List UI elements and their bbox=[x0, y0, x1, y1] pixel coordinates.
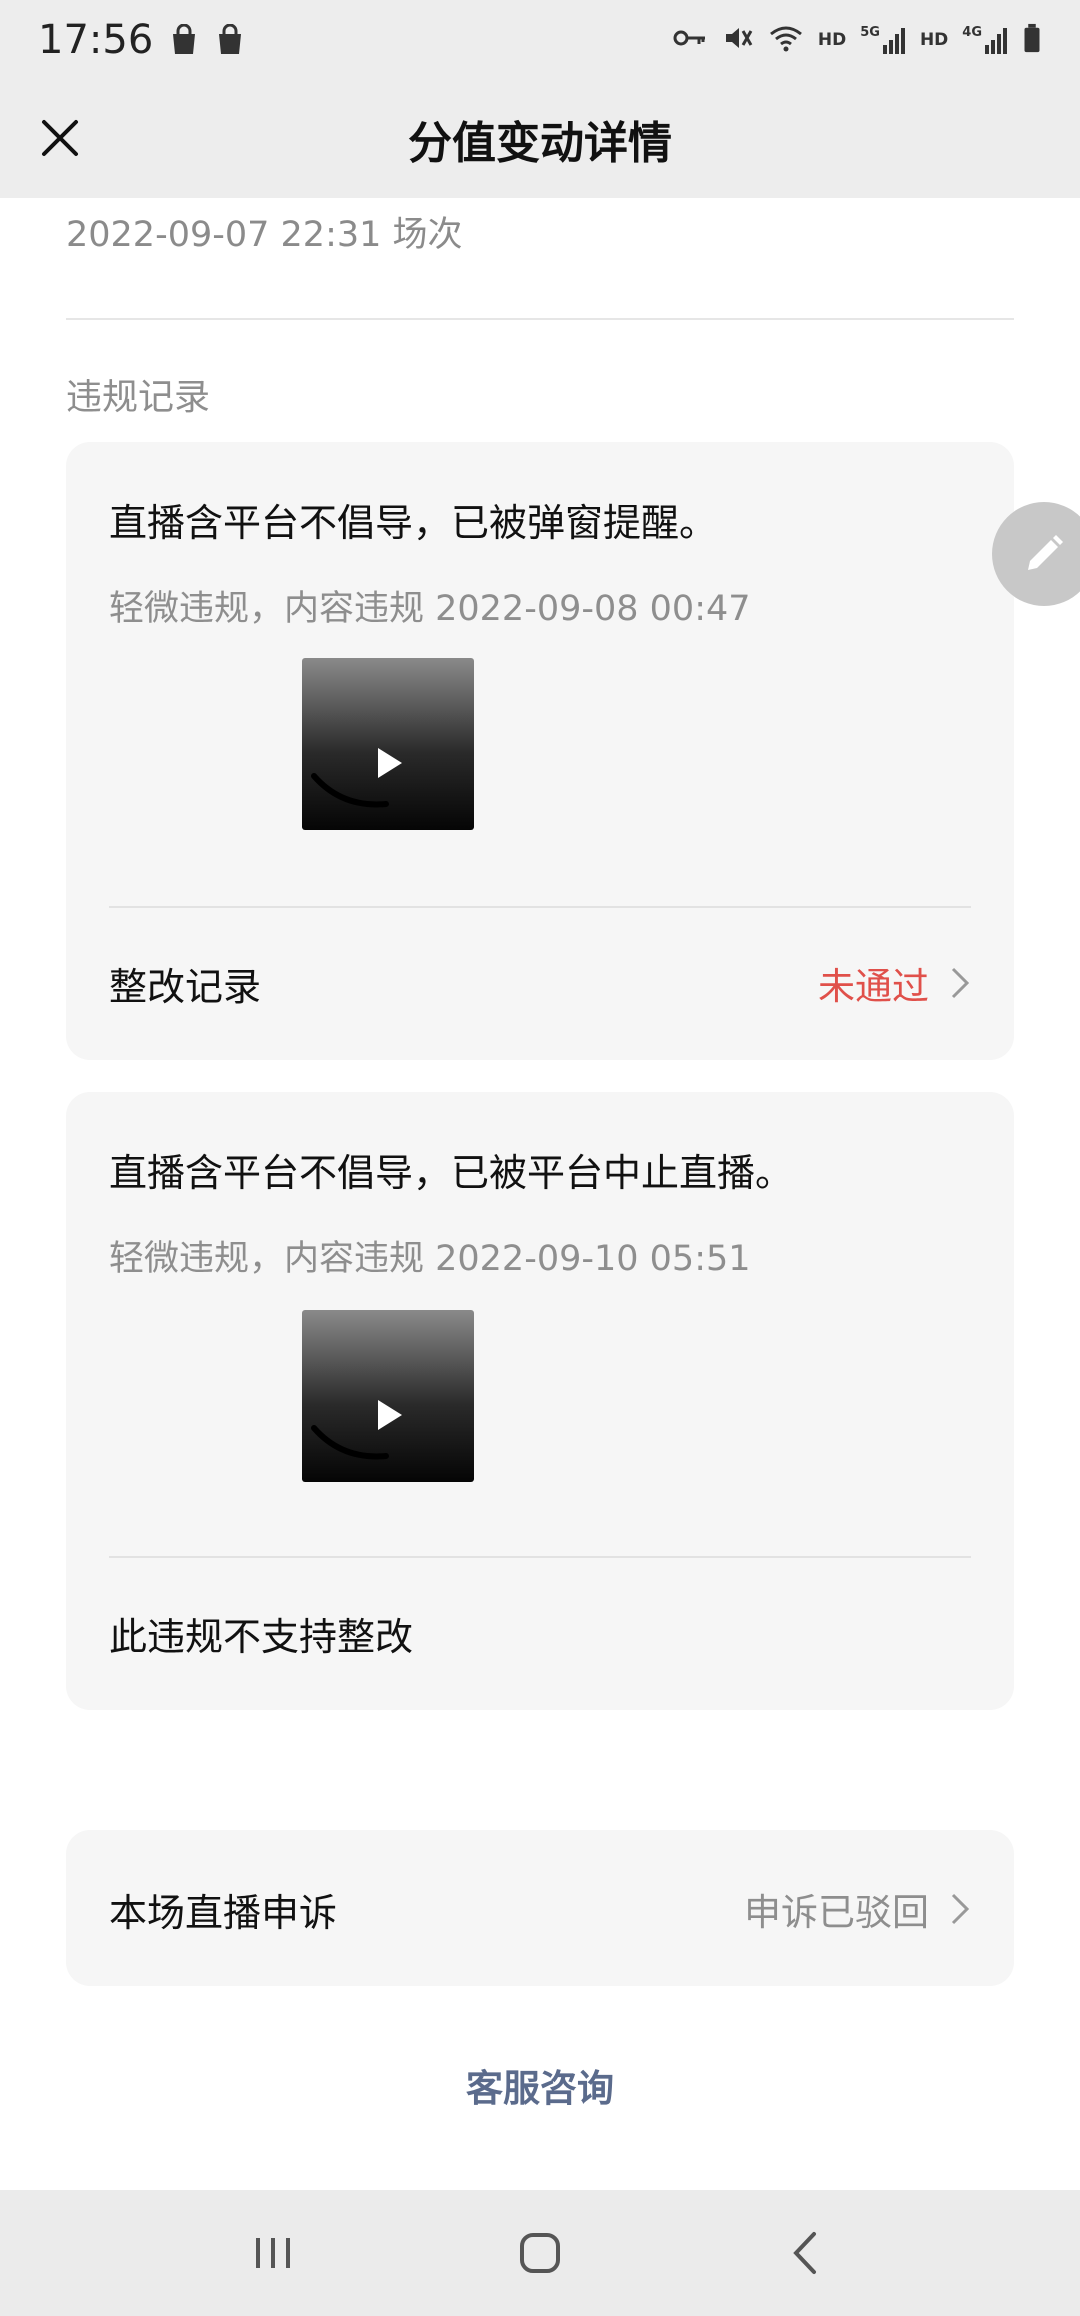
home-button[interactable] bbox=[495, 2208, 585, 2298]
page-title: 分值变动详情 bbox=[408, 118, 672, 169]
back-icon bbox=[792, 2232, 816, 2274]
signal-icon: 4G bbox=[962, 25, 1008, 55]
violation-title: 直播含平台不倡导，已被弹窗提醒。 bbox=[109, 501, 718, 545]
appeal-status: 申诉已驳回 bbox=[744, 1882, 971, 1936]
back-button[interactable] bbox=[762, 2208, 852, 2298]
hd-label: HD bbox=[817, 30, 847, 50]
app-header: 分值变动详情 bbox=[0, 80, 1080, 198]
violation-meta: 轻微违规，内容违规 2022-09-08 00:47 bbox=[109, 589, 751, 629]
system-nav-bar bbox=[0, 2190, 1080, 2316]
session-time: 2022-09-07 22:31 场次 bbox=[66, 215, 463, 255]
violation-meta: 轻微违规，内容违规 2022-09-10 05:51 bbox=[109, 1239, 751, 1279]
home-icon bbox=[519, 2233, 560, 2273]
status-time: 17:56 bbox=[38, 17, 154, 63]
rectification-record-label: 整改记录 bbox=[109, 965, 262, 1009]
video-thumbnail[interactable] bbox=[302, 658, 474, 830]
battery-icon bbox=[1022, 23, 1042, 58]
signal-icon: 5G bbox=[860, 25, 906, 55]
hd-label: HD bbox=[919, 30, 949, 50]
pencil-icon bbox=[1028, 535, 1063, 570]
video-thumbnail[interactable] bbox=[302, 1310, 474, 1482]
status-badge: 未通过 bbox=[818, 965, 929, 1008]
network-type-label: 4G bbox=[962, 25, 982, 40]
status-bar: 17:56 HD 5G HD 4G bbox=[0, 0, 1080, 80]
violation-title: 直播含平台不倡导，已被平台中止直播。 bbox=[109, 1151, 794, 1195]
divider bbox=[66, 318, 1014, 320]
customer-service-link[interactable]: 客服咨询 bbox=[0, 2058, 1080, 2112]
play-icon bbox=[378, 748, 402, 778]
status-icons: HD 5G HD 4G bbox=[672, 23, 1042, 58]
play-icon bbox=[378, 1400, 402, 1430]
violation-card: 直播含平台不倡导，已被弹窗提醒。 轻微违规，内容违规 2022-09-08 00… bbox=[66, 442, 1014, 1060]
close-icon bbox=[42, 120, 78, 156]
divider bbox=[109, 1556, 971, 1558]
chevron-right-icon bbox=[949, 1891, 971, 1927]
network-type-label: 5G bbox=[860, 25, 880, 40]
recent-apps-button[interactable] bbox=[228, 2208, 318, 2298]
no-rectification-label: 此违规不支持整改 bbox=[109, 1615, 414, 1659]
rectification-status[interactable]: 未通过 bbox=[818, 956, 971, 1010]
mute-icon bbox=[722, 23, 754, 58]
status-badge: 申诉已驳回 bbox=[744, 1891, 929, 1934]
divider bbox=[109, 906, 971, 908]
chevron-right-icon bbox=[949, 965, 971, 1001]
shopping-bag-icon bbox=[215, 23, 245, 56]
violation-card: 直播含平台不倡导，已被平台中止直播。 轻微违规，内容违规 2022-09-10 … bbox=[66, 1092, 1014, 1710]
recent-apps-icon bbox=[256, 2238, 291, 2268]
wifi-icon bbox=[768, 23, 804, 58]
key-icon bbox=[672, 23, 708, 58]
close-button[interactable] bbox=[30, 108, 90, 168]
appeal-label: 本场直播申诉 bbox=[109, 1891, 338, 1935]
appeal-row[interactable]: 本场直播申诉 申诉已驳回 bbox=[66, 1830, 1014, 1986]
section-label: 违规记录 bbox=[66, 377, 211, 418]
shopping-bag-icon bbox=[169, 23, 199, 56]
